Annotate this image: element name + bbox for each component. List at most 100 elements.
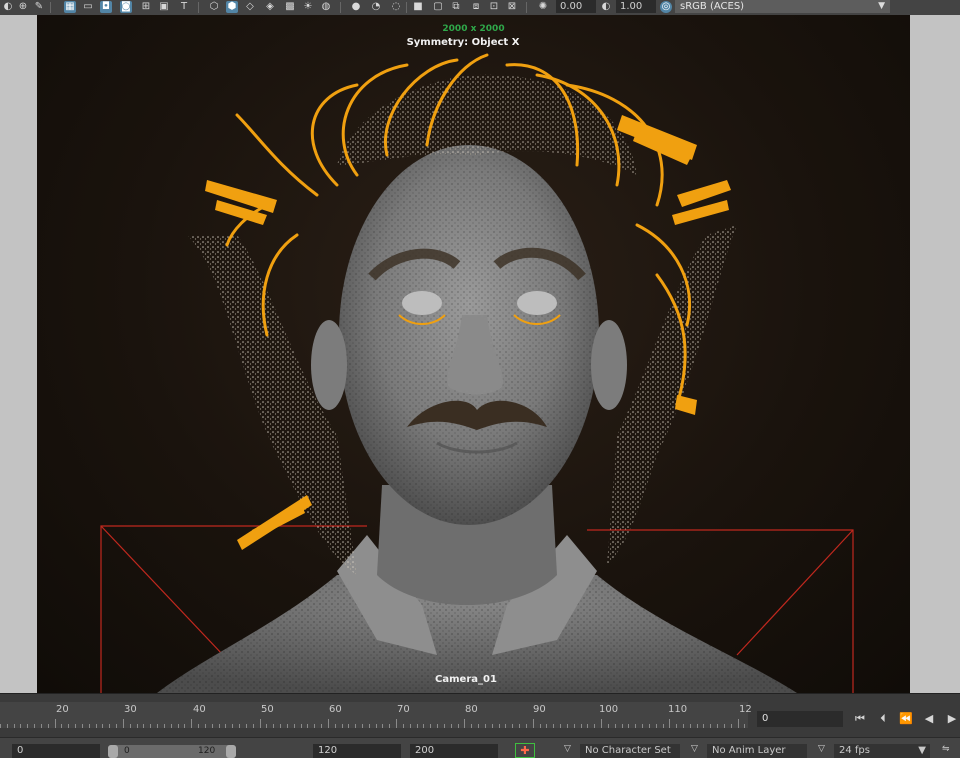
go-to-start-icon[interactable]: ⏮ <box>851 711 869 727</box>
tick-label: 50 <box>261 704 274 715</box>
time-tick <box>526 724 527 728</box>
time-tick <box>703 724 704 728</box>
exposure-field[interactable]: 0.00 <box>556 0 596 13</box>
tick-label: 30 <box>124 704 137 715</box>
filter-icon[interactable]: ▽ <box>691 744 698 754</box>
textured-icon[interactable]: ◈ <box>264 1 276 13</box>
viewport-toolbar: ◐ ⊕ ✎ ▦ ▭ ◘ ◙ ⊞ ▣ T ⬡ ⬢ ◇ ◈ ▩ ☀ ◍ ● ◔ ◌ … <box>0 0 960 16</box>
play-backwards-icon[interactable]: ◀ <box>920 711 938 727</box>
time-tick <box>41 724 42 728</box>
time-tick <box>533 719 534 728</box>
scene-render <box>100 53 854 693</box>
shadows-icon[interactable]: ☀ <box>302 1 314 13</box>
time-ruler[interactable]: 20 30 40 50 60 70 80 90 100 110 12 <box>0 702 752 728</box>
ear-right <box>591 320 627 410</box>
isolate-select-icon[interactable]: ■ <box>412 1 424 13</box>
time-tick <box>14 724 15 728</box>
range-end-label: 120 <box>198 746 216 756</box>
time-tick <box>512 724 513 728</box>
safe-title-icon[interactable]: T <box>178 1 190 13</box>
view-select-icon[interactable]: ⊠ <box>506 1 518 13</box>
color-management-icon[interactable]: ◎ <box>660 1 672 13</box>
range-start-handle[interactable] <box>108 745 118 758</box>
xray-joints-icon[interactable]: ⧉ <box>450 1 462 13</box>
range-slider[interactable]: 0 120 <box>108 745 236 758</box>
tick-label: 100 <box>599 704 619 715</box>
gate-mask-icon[interactable]: ◙ <box>120 1 132 13</box>
use-lights-icon[interactable]: ▩ <box>284 1 296 13</box>
time-tick <box>116 724 117 728</box>
time-tick <box>478 724 479 728</box>
time-tick <box>676 724 677 728</box>
time-tick <box>697 724 698 728</box>
wireframe-icon[interactable]: ⬡ <box>208 1 220 13</box>
default-material-icon[interactable]: ◇ <box>244 1 256 13</box>
backface-icon[interactable]: ⧈ <box>470 1 482 13</box>
step-back-key-icon[interactable]: ⏪ <box>897 711 915 727</box>
time-tick <box>546 724 547 728</box>
time-tick <box>649 724 650 728</box>
filter-icon[interactable]: ▽ <box>564 744 571 754</box>
camera-frame-icon[interactable]: ⊡ <box>488 1 500 13</box>
3d-viewport[interactable]: 2000 x 2000 Symmetry: Object X Camera_01 <box>37 15 910 693</box>
time-tick <box>143 724 144 728</box>
time-tick <box>198 724 199 728</box>
time-tick <box>396 719 397 728</box>
grid-icon[interactable]: ▦ <box>64 1 76 13</box>
fps-dropdown[interactable]: 24 fps ▼ <box>834 744 930 758</box>
time-tick <box>451 724 452 728</box>
range-end-handle[interactable] <box>226 745 236 758</box>
hair-fuzz-right <box>607 225 737 565</box>
end-frame-field[interactable]: 120 <box>313 744 401 758</box>
anim-layer-dropdown[interactable]: No Anim Layer <box>707 744 807 758</box>
filter-icon[interactable]: ▽ <box>818 744 825 754</box>
time-tick <box>102 724 103 728</box>
pan-zoom-icon[interactable]: ⊕ <box>17 1 29 13</box>
xray-icon[interactable]: ▢ <box>432 1 444 13</box>
depth-of-field-icon[interactable]: ◌ <box>390 1 402 13</box>
current-frame-field[interactable]: 0 <box>757 711 843 727</box>
camera-name-label: Camera_01 <box>435 674 497 685</box>
step-back-frame-icon[interactable]: ⏴ <box>874 711 892 727</box>
ambient-occlusion-icon[interactable]: ◍ <box>320 1 332 13</box>
time-tick <box>294 724 295 728</box>
time-tick <box>430 724 431 728</box>
viewport-margin-left <box>0 15 37 693</box>
time-tick <box>246 724 247 728</box>
safe-action-icon[interactable]: ▣ <box>158 1 170 13</box>
character-set-dropdown[interactable]: No Character Set <box>580 744 680 758</box>
field-chart-icon[interactable]: ⊞ <box>140 1 152 13</box>
gamma-field[interactable]: 1.00 <box>616 0 656 13</box>
camera-lock-icon[interactable]: ◐ <box>2 1 14 13</box>
time-tick <box>567 724 568 728</box>
tick-label: 80 <box>465 704 478 715</box>
time-tick <box>656 724 657 728</box>
time-tick <box>464 719 465 728</box>
time-tick <box>601 719 602 728</box>
start-frame-field[interactable]: 0 <box>12 744 100 758</box>
play-forwards-icon[interactable]: ▶ <box>943 711 960 727</box>
time-tick <box>164 724 165 728</box>
color-space-dropdown[interactable]: sRGB (ACES) ▼ <box>675 0 890 13</box>
film-gate-icon[interactable]: ▭ <box>82 1 94 13</box>
pencil-icon[interactable]: ✎ <box>33 1 45 13</box>
auto-key-icon[interactable]: ✚ <box>515 743 535 758</box>
time-tick <box>287 724 288 728</box>
exposure-icon[interactable]: ✺ <box>537 1 549 13</box>
resolution-gate-icon[interactable]: ◘ <box>100 1 112 13</box>
smooth-shade-icon[interactable]: ⬢ <box>226 1 238 13</box>
anti-alias-icon[interactable]: ◔ <box>370 1 382 13</box>
time-tick <box>615 724 616 728</box>
time-tick <box>225 724 226 728</box>
audio-icon[interactable]: ⇋ <box>942 744 950 754</box>
time-tick <box>403 724 404 728</box>
anim-end-field[interactable]: 200 <box>410 744 498 758</box>
time-tick <box>212 724 213 728</box>
time-tick <box>663 724 664 728</box>
time-tick <box>574 724 575 728</box>
gamma-icon[interactable]: ◐ <box>600 1 612 13</box>
motion-blur-icon[interactable]: ● <box>350 1 362 13</box>
time-tick <box>48 724 49 728</box>
time-tick <box>505 724 506 728</box>
time-tick <box>157 724 158 728</box>
